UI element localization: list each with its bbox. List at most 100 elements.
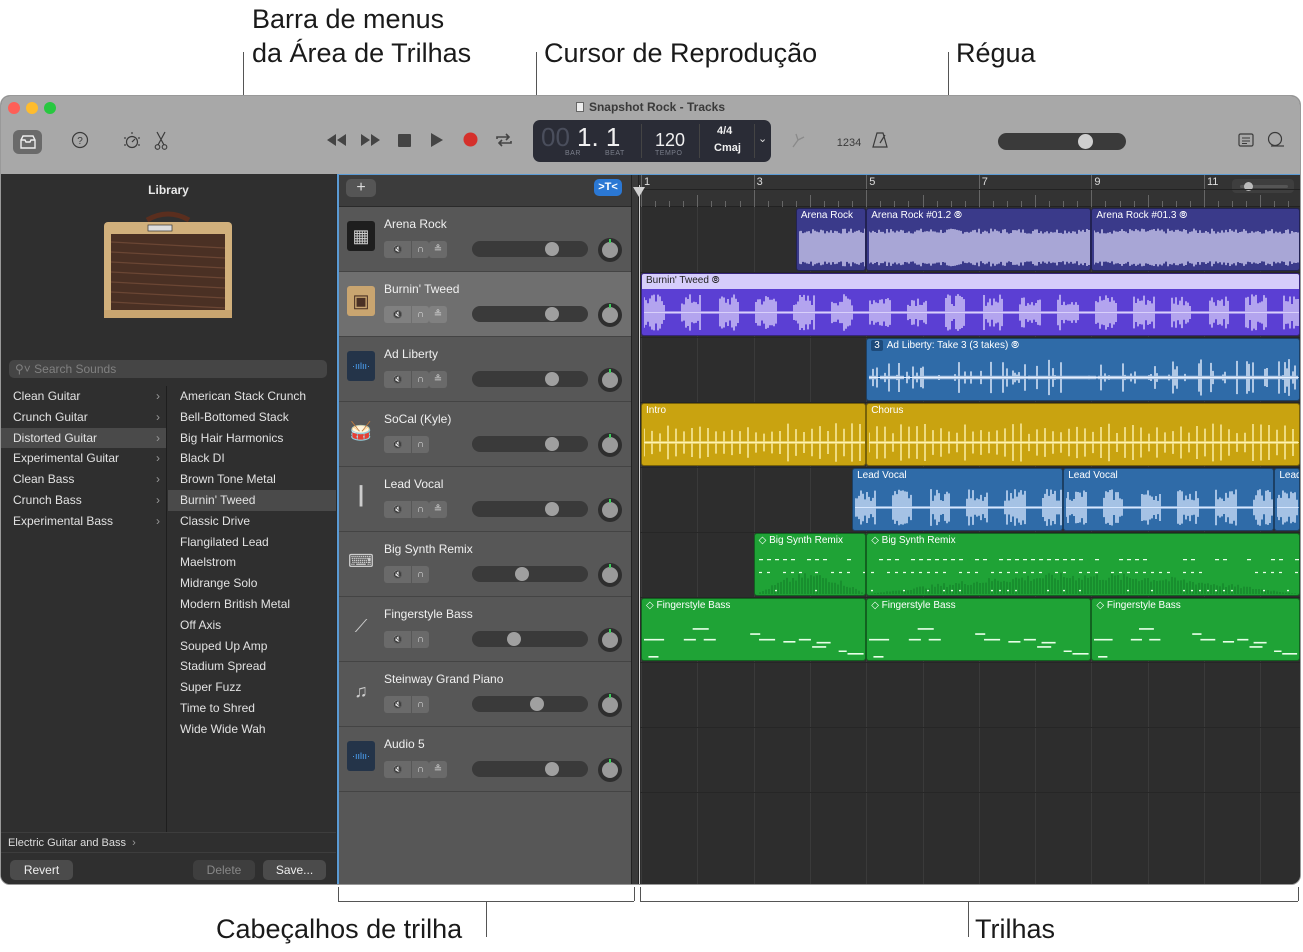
patch-item[interactable]: Maelstrom [168, 552, 336, 573]
record-button[interactable] [461, 131, 479, 153]
record-enable-button[interactable]: ≗ [429, 371, 447, 388]
search-sounds-input[interactable]: ⚲˅ Search Sounds [9, 360, 327, 378]
solo-button[interactable]: ∩ [412, 306, 429, 323]
loop-browser-button[interactable] [1265, 131, 1287, 153]
pan-knob[interactable] [598, 303, 622, 327]
count-in-button[interactable]: 1234 [835, 131, 863, 153]
mute-button[interactable]: 🔇 [384, 371, 411, 388]
volume-knob[interactable] [545, 762, 560, 776]
region[interactable]: ◇ Fingerstyle Bass [866, 598, 1092, 661]
volume-slider[interactable] [472, 501, 588, 517]
save-button[interactable]: Save... [263, 860, 326, 880]
patch-item[interactable]: Modern British Metal [168, 594, 336, 615]
category-item[interactable]: Crunch Bass › [1, 490, 166, 511]
patch-item[interactable]: Time to Shred [168, 698, 336, 719]
playhead-handle[interactable] [633, 187, 645, 197]
volume-slider[interactable] [472, 371, 588, 387]
pan-knob[interactable] [598, 563, 622, 587]
volume-knob[interactable] [530, 697, 545, 711]
track-header[interactable]: ▣ Burnin' Tweed 🔇 ∩ ≗ [339, 272, 631, 337]
patch-item[interactable]: Classic Drive [168, 511, 336, 532]
region[interactable]: Intro [641, 403, 867, 466]
smart-controls-button[interactable] [121, 131, 143, 153]
mute-button[interactable]: 🔇 [384, 761, 411, 778]
notepad-button[interactable] [1236, 131, 1256, 153]
pan-knob[interactable] [598, 368, 622, 392]
pan-knob[interactable] [598, 693, 622, 717]
volume-knob[interactable] [545, 502, 560, 516]
volume-slider[interactable] [472, 631, 588, 647]
region[interactable]: Chorus [866, 403, 1300, 466]
patch-item[interactable]: Off Axis [168, 615, 336, 636]
volume-knob[interactable] [545, 307, 560, 321]
patch-item[interactable]: Stadium Spread [168, 656, 336, 677]
add-track-button[interactable]: + [346, 179, 376, 197]
category-item[interactable]: Clean Guitar › [1, 386, 166, 407]
patch-item[interactable]: Flangilated Lead [168, 532, 336, 553]
patch-item[interactable]: Burnin' Tweed [168, 489, 336, 511]
mute-button[interactable]: 🔇 [384, 436, 411, 453]
region[interactable]: Burnin' Tweed ⦾ [641, 273, 1300, 336]
solo-button[interactable]: ∩ [412, 436, 429, 453]
solo-button[interactable]: ∩ [412, 696, 429, 713]
region[interactable]: ◇ Big Synth Remix [753, 533, 867, 596]
category-item[interactable]: Distorted Guitar › [1, 427, 166, 449]
region[interactable]: Arena Rock #01.3 ⦾ [1091, 208, 1300, 271]
mute-button[interactable]: 🔇 [384, 631, 411, 648]
region[interactable]: ◇ Fingerstyle Bass [1091, 598, 1300, 661]
volume-knob[interactable] [545, 372, 560, 386]
pan-knob[interactable] [598, 498, 622, 522]
solo-button[interactable]: ∩ [412, 761, 429, 778]
patch-item[interactable]: Big Hair Harmonics [168, 428, 336, 449]
lcd-chevron-down-icon[interactable]: ⌄ [758, 132, 767, 145]
patch-item[interactable]: Souped Up Amp [168, 636, 336, 657]
cycle-button[interactable] [493, 131, 515, 153]
category-item[interactable]: Crunch Guitar › [1, 407, 166, 428]
record-enable-button[interactable]: ≗ [429, 501, 447, 518]
solo-button[interactable]: ∩ [412, 241, 429, 258]
revert-button[interactable]: Revert [10, 860, 73, 880]
record-enable-button[interactable]: ≗ [429, 306, 447, 323]
pan-knob[interactable] [598, 758, 622, 782]
fast-forward-button[interactable] [359, 131, 383, 153]
track-header[interactable]: ♫ Steinway Grand Piano 🔇 ∩ [339, 662, 631, 727]
metronome-button[interactable] [869, 131, 891, 153]
solo-button[interactable]: ∩ [412, 566, 429, 583]
ruler[interactable]: 1 3 5 7 9 11 [639, 175, 1300, 207]
mute-button[interactable]: 🔇 [384, 566, 411, 583]
track-header[interactable]: ⟋ Fingerstyle Bass 🔇 ∩ [339, 597, 631, 662]
editors-button[interactable] [151, 131, 171, 153]
volume-slider[interactable] [472, 436, 588, 452]
region[interactable]: Lead Vocal [1063, 468, 1275, 531]
master-volume-knob[interactable] [1077, 134, 1093, 149]
track-header[interactable]: 🥁 SoCal (Kyle) 🔇 ∩ [339, 402, 631, 467]
master-volume-slider[interactable] [998, 133, 1126, 150]
region[interactable]: Arena Rock #01.2 ⦾ [866, 208, 1092, 271]
mute-button[interactable]: 🔇 [384, 241, 411, 258]
patch-item[interactable]: Wide Wide Wah [168, 719, 336, 740]
play-button[interactable] [428, 131, 446, 153]
track-header[interactable]: ⌨ Big Synth Remix 🔇 ∩ [339, 532, 631, 597]
record-enable-button[interactable]: ≗ [429, 761, 447, 778]
library-button[interactable] [13, 130, 42, 154]
mute-button[interactable]: 🔇 [384, 696, 411, 713]
category-item[interactable]: Experimental Guitar › [1, 448, 166, 469]
track-header[interactable]: ·ıılıı· Audio 5 🔇 ∩ ≗ [339, 727, 631, 792]
pan-knob[interactable] [598, 238, 622, 262]
rewind-button[interactable] [324, 131, 348, 153]
stop-button[interactable] [395, 131, 413, 153]
solo-button[interactable]: ∩ [412, 371, 429, 388]
mute-button[interactable]: 🔇 [384, 501, 411, 518]
catch-playhead-button[interactable]: >T< [594, 179, 622, 196]
region[interactable]: ◇ Big Synth Remix [866, 533, 1300, 596]
volume-slider[interactable] [472, 761, 588, 777]
volume-slider[interactable] [472, 566, 588, 582]
solo-button[interactable]: ∩ [412, 631, 429, 648]
pan-knob[interactable] [598, 433, 622, 457]
region[interactable]: Lead Vocal [852, 468, 1064, 531]
help-button[interactable]: ? [70, 131, 90, 151]
solo-button[interactable]: ∩ [412, 501, 429, 518]
tuner-button[interactable] [787, 131, 809, 153]
volume-slider[interactable] [472, 241, 588, 257]
lcd-display[interactable]: 00 1. 1 BAR BEAT 120 TEMPO 4/4 Cmaj ⌄ [533, 120, 771, 162]
